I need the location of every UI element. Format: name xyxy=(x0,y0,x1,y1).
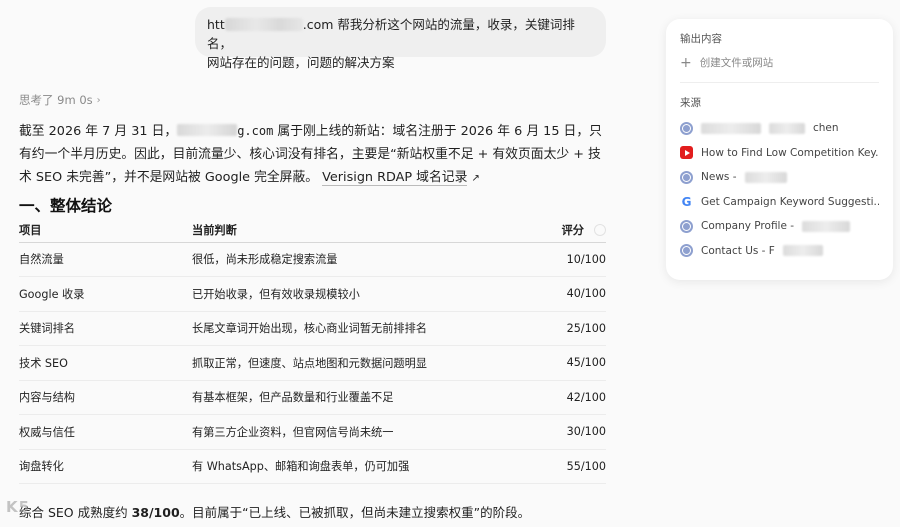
cell-judgement: 已开始收录，但有效收录规模较小 xyxy=(192,276,541,312)
source-item[interactable]: News - xyxy=(680,165,879,190)
cell-judgement: 长尾文章词开始出现，核心商业词暂无前排排名 xyxy=(192,311,541,346)
cell-item: 内容与结构 xyxy=(19,380,192,415)
user-message-line2: 网站存在的问题，问题的解决方案 xyxy=(207,55,395,70)
source-label: Contact Us - F xyxy=(701,244,775,257)
cell-item: 自然流量 xyxy=(19,242,192,277)
source-item[interactable]: Company Profile - xyxy=(680,214,879,239)
output-title: 输出内容 xyxy=(680,33,722,45)
redacted-domain xyxy=(177,124,238,136)
intro-part1: 截至 2026 年 7 月 31 日， xyxy=(19,124,178,139)
source-label: How to Find Low Competition Key... xyxy=(701,146,879,159)
redacted-text xyxy=(769,122,805,134)
section-title: 一、整体结论 xyxy=(19,197,113,215)
rdap-link[interactable]: Verisign RDAP 域名记录 xyxy=(322,170,468,186)
cell-score: 25/100 xyxy=(540,311,606,346)
redacted-domain xyxy=(224,18,303,31)
table-row: 关键词排名 长尾文章词开始出现，核心商业词暂无前排排名 25/100 xyxy=(19,311,606,346)
header-score-label: 评分 xyxy=(561,223,584,237)
source-label: News - xyxy=(701,171,737,184)
globe-icon xyxy=(680,244,693,258)
cell-judgement: 很低，尚未形成稳定搜索流量 xyxy=(192,242,541,277)
table-row: 技术 SEO 抓取正常，但速度、站点地图和元数据问题明显 45/100 xyxy=(19,345,606,381)
table-row: Google 收录 已开始收录，但有效收录规模较小 40/100 xyxy=(19,276,606,312)
cell-item: 权威与信任 xyxy=(19,414,192,450)
source-item[interactable]: How to Find Low Competition Key... xyxy=(680,141,879,166)
redacted-text xyxy=(744,171,787,183)
header-judgement: 当前判断 xyxy=(192,218,541,243)
external-link-icon: ↗ xyxy=(471,173,480,184)
cell-score: 10/100 xyxy=(540,242,606,277)
globe-icon xyxy=(680,121,693,135)
conclusion-post: 。目前属于“已上线、已被抓取，但尚未建立搜索权重”的阶段。 xyxy=(179,505,531,520)
intro-domain: g.com xyxy=(237,124,274,138)
conclusion-text: 综合 SEO 成熟度约 38/100。目前属于“已上线、已被抓取，但尚未建立搜索… xyxy=(19,502,530,521)
source-label: Company Profile - xyxy=(701,220,795,233)
redacted-text xyxy=(782,245,823,257)
panel-fade xyxy=(680,263,879,271)
table-row: 内容与结构 有基本框架，但产品数量和行业覆盖不足 42/100 xyxy=(19,380,606,415)
conclusion-pre: 综合 SEO 成熟度约 xyxy=(19,505,132,520)
copy-icon[interactable] xyxy=(594,223,606,236)
source-label: Get Campaign Keyword Suggesti... xyxy=(701,195,879,208)
user-message-prefix: htt xyxy=(207,17,225,32)
redacted-text xyxy=(802,220,851,232)
cell-score: 42/100 xyxy=(540,380,606,415)
cell-judgement: 有第三方企业资料，但官网信号尚未统一 xyxy=(192,414,541,450)
table-row: 询盘转化 有 WhatsApp、邮箱和询盘表单，仍可加强 55/100 xyxy=(19,449,606,484)
source-item[interactable]: chen xyxy=(680,116,879,141)
user-message-bubble: htt .com 帮我分析这个网站的流量，收录，关键词排名， 网站存在的问题，问题… xyxy=(195,7,606,70)
output-sources-panel: 输出内容 + 创建文件或网站 来源 chen How to Find Low C… xyxy=(666,19,893,280)
cell-judgement: 抓取正常，但速度、站点地图和元数据问题明显 xyxy=(192,345,541,381)
thought-label: 思考了 9m 0s xyxy=(19,93,93,107)
table-header-row: 项目 当前判断 评分 xyxy=(19,218,606,243)
google-icon: G xyxy=(681,194,692,209)
conclusion-score: 38/100 xyxy=(131,505,180,520)
intro-paragraph: 截至 2026 年 7 月 31 日， g.com 属于刚上线的新站：域名注册于 … xyxy=(19,120,604,190)
cell-judgement: 有 WhatsApp、邮箱和询盘表单，仍可加强 xyxy=(192,449,541,484)
globe-icon xyxy=(680,219,693,233)
thought-toggle[interactable]: 思考了 9m 0s › xyxy=(19,92,101,108)
create-label: 创建文件或网站 xyxy=(699,57,774,69)
summary-table: 项目 当前判断 评分 自然流量 很低，尚未形成稳定搜索流量 10/100 Goo… xyxy=(19,218,606,484)
source-item[interactable]: Contact Us - F xyxy=(680,239,879,264)
cell-item: Google 收录 xyxy=(19,276,192,312)
source-label: chen xyxy=(813,122,839,135)
watermark-logo: K5 xyxy=(6,498,31,516)
cell-item: 询盘转化 xyxy=(19,449,192,484)
redacted-text xyxy=(701,122,761,134)
cell-score: 30/100 xyxy=(540,414,606,450)
header-score: 评分 xyxy=(540,218,606,243)
chevron-right-icon: › xyxy=(96,94,101,106)
table-row: 自然流量 很低，尚未形成稳定搜索流量 10/100 xyxy=(19,242,606,277)
source-item[interactable]: G Get Campaign Keyword Suggesti... xyxy=(680,190,879,215)
table-row: 权威与信任 有第三方企业资料，但官网信号尚未统一 30/100 xyxy=(19,414,606,450)
cell-item: 关键词排名 xyxy=(19,311,192,346)
cell-item: 技术 SEO xyxy=(19,345,192,381)
create-file-button[interactable]: + 创建文件或网站 xyxy=(680,55,879,83)
cell-score: 55/100 xyxy=(540,449,606,484)
globe-icon xyxy=(680,170,693,184)
plus-icon: + xyxy=(680,54,692,71)
cell-judgement: 有基本框架，但产品数量和行业覆盖不足 xyxy=(192,380,541,415)
youtube-icon xyxy=(680,146,693,160)
header-item: 项目 xyxy=(19,218,192,243)
cell-score: 45/100 xyxy=(540,345,606,381)
cell-score: 40/100 xyxy=(540,276,606,312)
sources-title: 来源 xyxy=(680,97,701,109)
